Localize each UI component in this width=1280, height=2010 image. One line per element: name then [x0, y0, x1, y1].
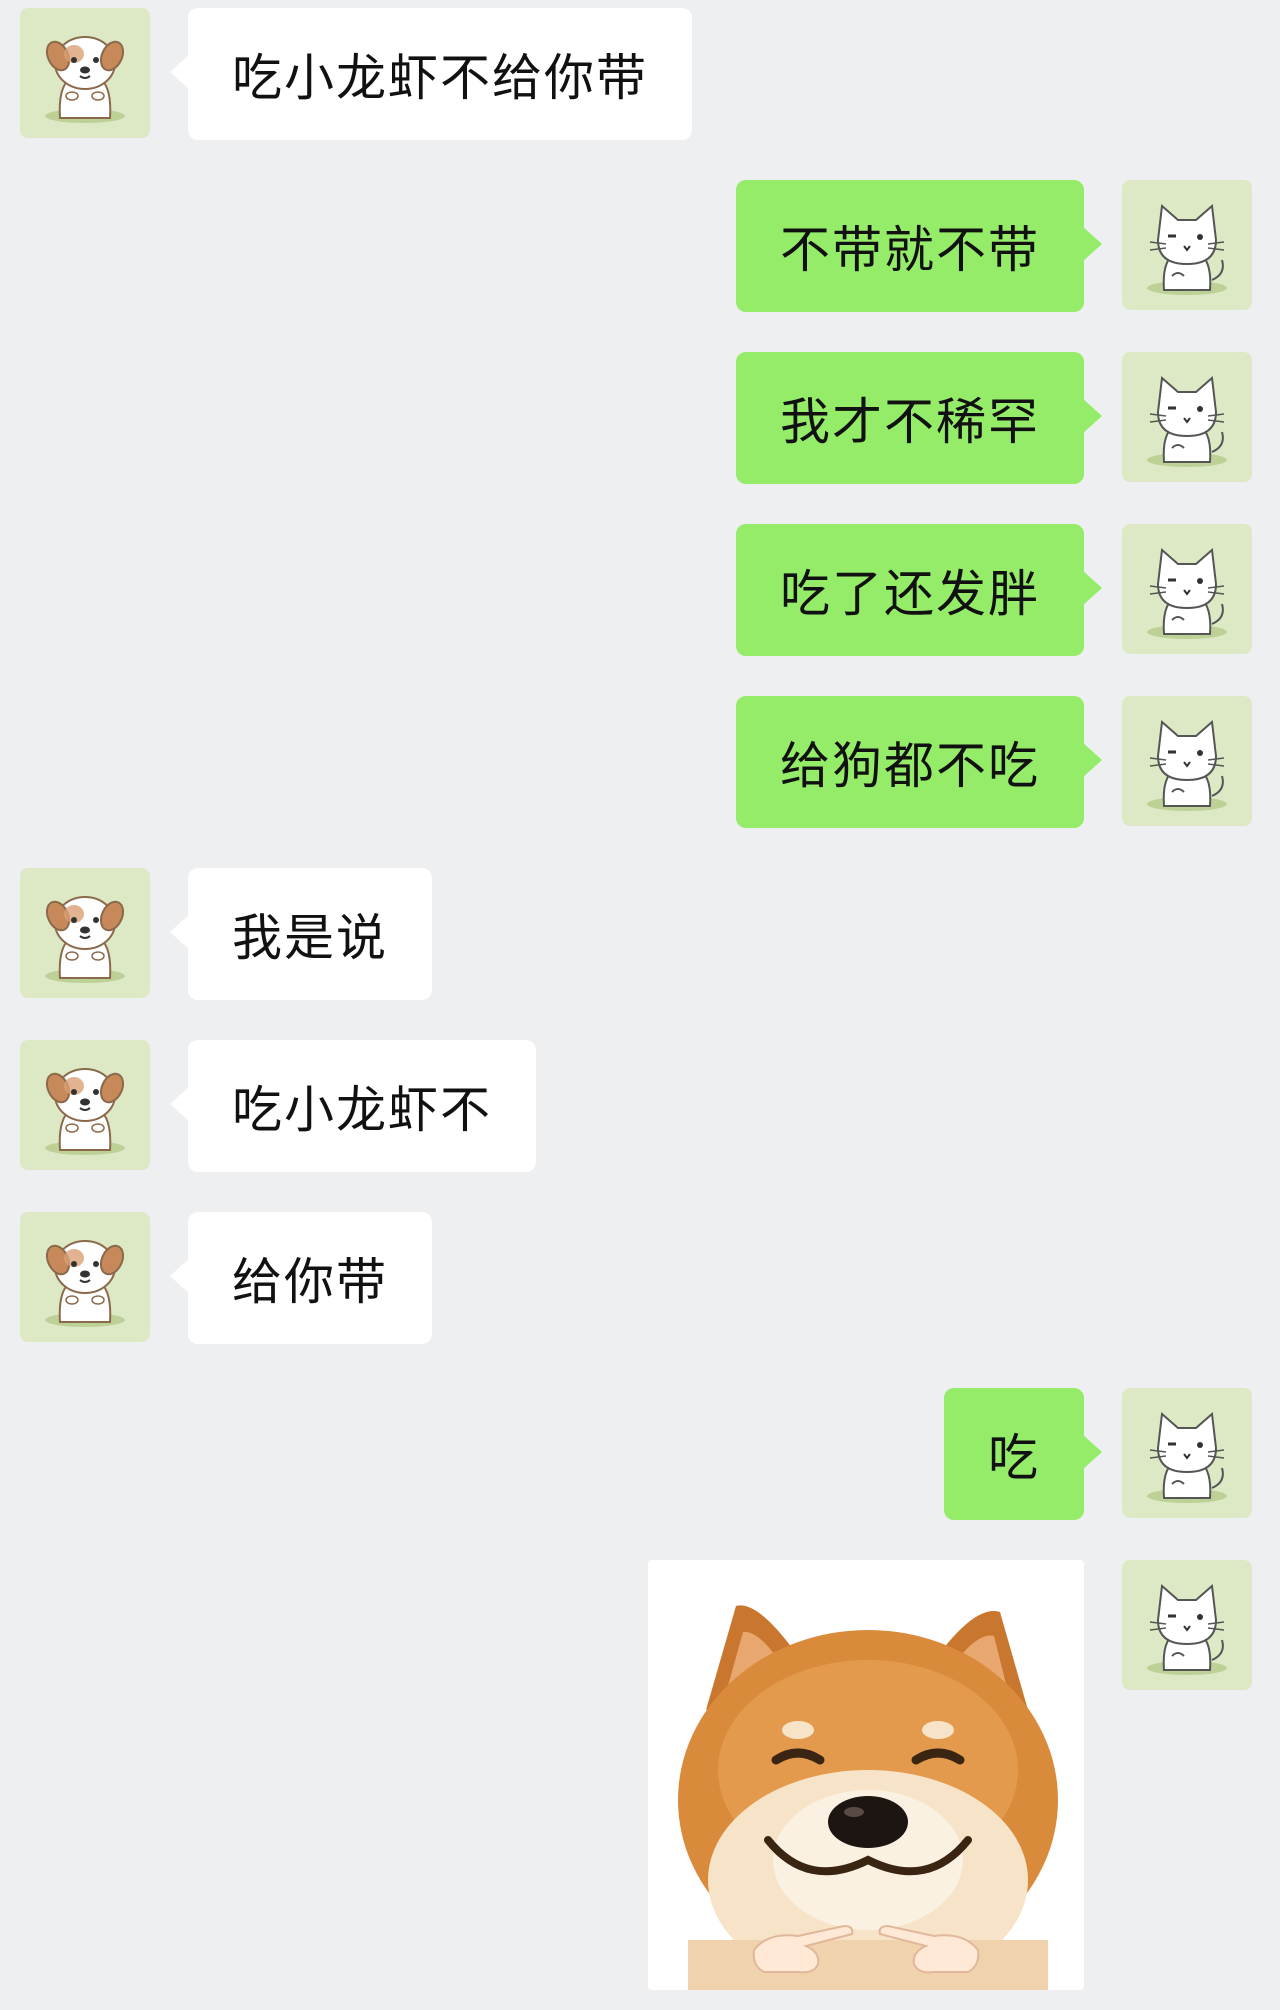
- cat-avatar[interactable]: [1122, 1388, 1252, 1518]
- cat-avatar[interactable]: [1122, 524, 1252, 654]
- message-row: 给你带: [20, 1212, 720, 1344]
- dog-avatar[interactable]: [20, 868, 150, 998]
- cartoon-dog-icon: [45, 1240, 125, 1327]
- message-row: 吃: [652, 1388, 1252, 1520]
- cartoon-dog-icon: [45, 36, 125, 123]
- cartoon-cat-icon: [1147, 719, 1227, 811]
- message-row: 吃小龙虾不: [20, 1040, 720, 1172]
- cat-avatar[interactable]: [1122, 696, 1252, 826]
- message-bubble-outgoing[interactable]: 不带就不带: [736, 180, 1102, 312]
- cartoon-cat-icon: [1147, 203, 1227, 295]
- cartoon-dog-icon: [45, 896, 125, 983]
- message-bubble-incoming[interactable]: 我是说: [170, 868, 432, 1000]
- message-row: 我才不稀罕: [652, 352, 1252, 484]
- cartoon-cat-icon: [1147, 1583, 1227, 1675]
- message-bubble-incoming[interactable]: 吃小龙虾不给你带: [170, 8, 692, 140]
- message-row: 我是说: [20, 868, 720, 1000]
- cat-avatar[interactable]: [1122, 1560, 1252, 1690]
- message-bubble-outgoing[interactable]: 给狗都不吃: [736, 696, 1102, 828]
- chat-message-list[interactable]: 吃小龙虾不给你带 不带就不带 我才不稀罕 吃了还发胖 给狗都不吃 我是说 吃小龙…: [0, 0, 1280, 2010]
- cartoon-cat-icon: [1147, 1411, 1227, 1503]
- cartoon-dog-icon: [45, 1068, 125, 1155]
- shiba-inu-sticker[interactable]: [648, 1560, 1084, 1990]
- cat-avatar[interactable]: [1122, 352, 1252, 482]
- message-bubble-outgoing[interactable]: 我才不稀罕: [736, 352, 1102, 484]
- message-row: 不带就不带: [652, 180, 1252, 312]
- dog-avatar[interactable]: [20, 1212, 150, 1342]
- dog-avatar[interactable]: [20, 8, 150, 138]
- shiba-inu-pointing-sticker-icon: [648, 1560, 1084, 1990]
- message-row: [632, 1560, 1252, 1992]
- message-row: 吃小龙虾不给你带: [20, 8, 720, 140]
- message-bubble-incoming[interactable]: 吃小龙虾不: [170, 1040, 536, 1172]
- message-bubble-outgoing[interactable]: 吃了还发胖: [736, 524, 1102, 656]
- message-row: 吃了还发胖: [652, 524, 1252, 656]
- cartoon-cat-icon: [1147, 547, 1227, 639]
- message-bubble-incoming[interactable]: 给你带: [170, 1212, 432, 1344]
- cartoon-cat-icon: [1147, 375, 1227, 467]
- dog-avatar[interactable]: [20, 1040, 150, 1170]
- cat-avatar[interactable]: [1122, 180, 1252, 310]
- message-bubble-outgoing[interactable]: 吃: [944, 1388, 1102, 1520]
- message-row: 给狗都不吃: [652, 696, 1252, 828]
